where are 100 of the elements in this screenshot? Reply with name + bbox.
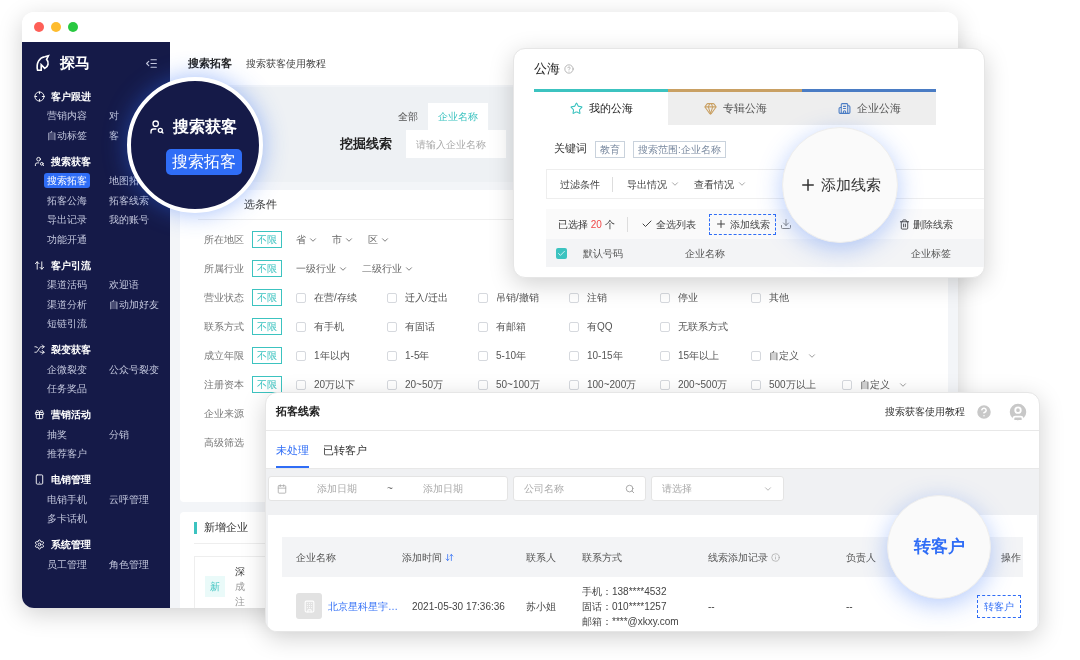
menu-group-title: 裂变获客 bbox=[51, 343, 91, 357]
collapse-icon[interactable] bbox=[145, 56, 158, 70]
menu-item[interactable]: 客 bbox=[106, 127, 122, 143]
menu-item[interactable]: 推荐客户 bbox=[44, 446, 90, 462]
menu-item[interactable]: 导出记录 bbox=[44, 212, 90, 228]
menu-item[interactable]: 自动标签 bbox=[44, 127, 90, 143]
checkbox[interactable] bbox=[569, 292, 579, 303]
menu-item[interactable]: 欢迎语 bbox=[106, 277, 142, 293]
menu-item[interactable]: 抽奖 bbox=[44, 426, 70, 442]
callout-pill: 搜索拓客 bbox=[166, 149, 242, 175]
search-tab[interactable]: 全部 bbox=[388, 103, 428, 130]
checkbox-label: 停业 bbox=[678, 291, 698, 305]
checkbox[interactable] bbox=[569, 321, 579, 332]
column-header: 联系方式 bbox=[582, 550, 623, 565]
keyword-tag[interactable]: 搜索范围:企业名称 bbox=[633, 140, 726, 158]
dropdown[interactable]: 二级行业 bbox=[362, 261, 414, 276]
menu-item[interactable]: 营销内容 bbox=[44, 108, 90, 124]
dropdown[interactable]: 区 bbox=[368, 232, 390, 247]
checkbox[interactable] bbox=[387, 321, 397, 332]
search-field[interactable]: 请输入企业名称 bbox=[406, 130, 506, 158]
checkbox-label: 5-10年 bbox=[496, 349, 526, 363]
menu-item[interactable]: 电销手机 bbox=[44, 491, 90, 507]
menu-item[interactable]: 分销 bbox=[106, 426, 132, 442]
menu-item[interactable]: 任务奖品 bbox=[44, 381, 90, 397]
check-icon bbox=[557, 248, 566, 258]
help-icon[interactable] bbox=[564, 64, 574, 74]
checkbox[interactable] bbox=[478, 292, 488, 303]
checkbox[interactable] bbox=[660, 379, 670, 390]
menu-item[interactable]: 拓客公海 bbox=[44, 192, 90, 208]
action-button[interactable]: 删除线索 bbox=[893, 214, 958, 234]
menu-item[interactable]: 角色管理 bbox=[106, 556, 152, 572]
filter-dropdown[interactable]: 查看情况 bbox=[694, 176, 747, 192]
pool-tab[interactable]: 专辑公海 bbox=[668, 89, 802, 125]
menu-group-icon bbox=[34, 539, 45, 550]
checkbox[interactable] bbox=[569, 379, 579, 390]
checkbox[interactable] bbox=[387, 350, 397, 361]
checkbox[interactable] bbox=[660, 292, 670, 303]
menu-group-icon bbox=[34, 259, 45, 271]
checkbox[interactable] bbox=[478, 321, 488, 332]
menu-item[interactable]: 自动加好友 bbox=[106, 296, 162, 312]
help-link[interactable]: 搜索获客使用教程 bbox=[246, 56, 326, 71]
column-header: 添加时间 bbox=[402, 549, 526, 565]
action-button[interactable] bbox=[779, 216, 792, 232]
checkbox[interactable] bbox=[296, 350, 306, 361]
checkbox[interactable] bbox=[387, 379, 397, 390]
checkbox[interactable] bbox=[296, 292, 306, 303]
date-range-field[interactable]: 添加日期 ~ 添加日期 bbox=[268, 476, 508, 501]
company-link[interactable]: 北京星科星宇… bbox=[328, 598, 398, 614]
help-link[interactable]: 搜索获客使用教程 bbox=[885, 404, 965, 419]
action-button[interactable]: 全选列表 bbox=[635, 214, 701, 234]
menu-item[interactable]: 员工管理 bbox=[44, 556, 90, 572]
keyword-tag[interactable]: 教育 bbox=[595, 140, 625, 158]
checkbox[interactable] bbox=[296, 321, 306, 332]
filter-dropdown[interactable]: 导出情况 bbox=[627, 176, 680, 192]
menu-item[interactable]: 对 bbox=[106, 108, 122, 124]
page-title: 搜索拓客 bbox=[188, 56, 232, 72]
sort-icon[interactable] bbox=[445, 552, 454, 562]
menu-item[interactable]: 多卡话机 bbox=[44, 511, 90, 527]
search-icon[interactable] bbox=[625, 483, 635, 494]
pool-tab[interactable]: 企业公海 bbox=[802, 89, 936, 125]
dropdown[interactable]: 一级行业 bbox=[296, 261, 348, 276]
menu-item[interactable]: 拓客线索 bbox=[106, 192, 152, 208]
menu-item[interactable]: 短链引流 bbox=[44, 316, 90, 332]
checkbox-label: 200~500万 bbox=[678, 378, 728, 392]
checkbox[interactable] bbox=[556, 247, 567, 259]
checkbox[interactable] bbox=[569, 350, 579, 361]
menu-item[interactable]: 渠道活码 bbox=[44, 277, 90, 293]
checkbox[interactable] bbox=[478, 350, 488, 361]
checkbox[interactable] bbox=[751, 292, 761, 303]
contact-line: 邮箱：****@xkxy.com bbox=[582, 614, 680, 629]
column-header: 默认号码 bbox=[582, 246, 624, 261]
checkbox[interactable] bbox=[296, 379, 306, 390]
menu-item[interactable]: 我的账号 bbox=[106, 212, 152, 228]
filter-label: 过滤条件 bbox=[560, 176, 613, 192]
convert-link[interactable]: 转客户 bbox=[977, 594, 1021, 618]
dropdown[interactable]: 市 bbox=[332, 232, 354, 247]
menu-item[interactable]: 功能开通 bbox=[44, 231, 90, 247]
action-button[interactable]: 添加线索 bbox=[708, 213, 776, 235]
dropdown[interactable]: 省 bbox=[296, 232, 318, 247]
menu-item[interactable]: 企微裂变 bbox=[44, 361, 90, 377]
checkbox[interactable] bbox=[660, 321, 670, 332]
checkbox[interactable] bbox=[478, 379, 488, 390]
checkbox[interactable] bbox=[387, 292, 397, 303]
menu-group-icon bbox=[34, 474, 45, 485]
checkbox[interactable] bbox=[660, 350, 670, 361]
menu-group-icon bbox=[34, 155, 45, 167]
menu-item[interactable]: 搜索拓客 bbox=[44, 173, 90, 189]
checkbox[interactable] bbox=[842, 379, 852, 390]
checkbox[interactable] bbox=[751, 350, 761, 361]
logo-text: 探马 bbox=[60, 52, 90, 73]
menu-item[interactable]: 地图拓 bbox=[106, 173, 142, 189]
menu-item[interactable]: 云呼管理 bbox=[106, 491, 152, 507]
menu-item[interactable]: 渠道分析 bbox=[44, 296, 90, 312]
avatar-icon[interactable] bbox=[1007, 400, 1029, 423]
checkbox-label: 1年以内 bbox=[314, 349, 350, 363]
tab[interactable]: 已转客户 bbox=[323, 441, 367, 468]
checkbox[interactable] bbox=[751, 379, 761, 390]
filter-title: 选条件 bbox=[244, 196, 277, 212]
card-title: 新增企业 bbox=[204, 519, 248, 535]
menu-item[interactable]: 公众号裂变 bbox=[106, 361, 162, 377]
